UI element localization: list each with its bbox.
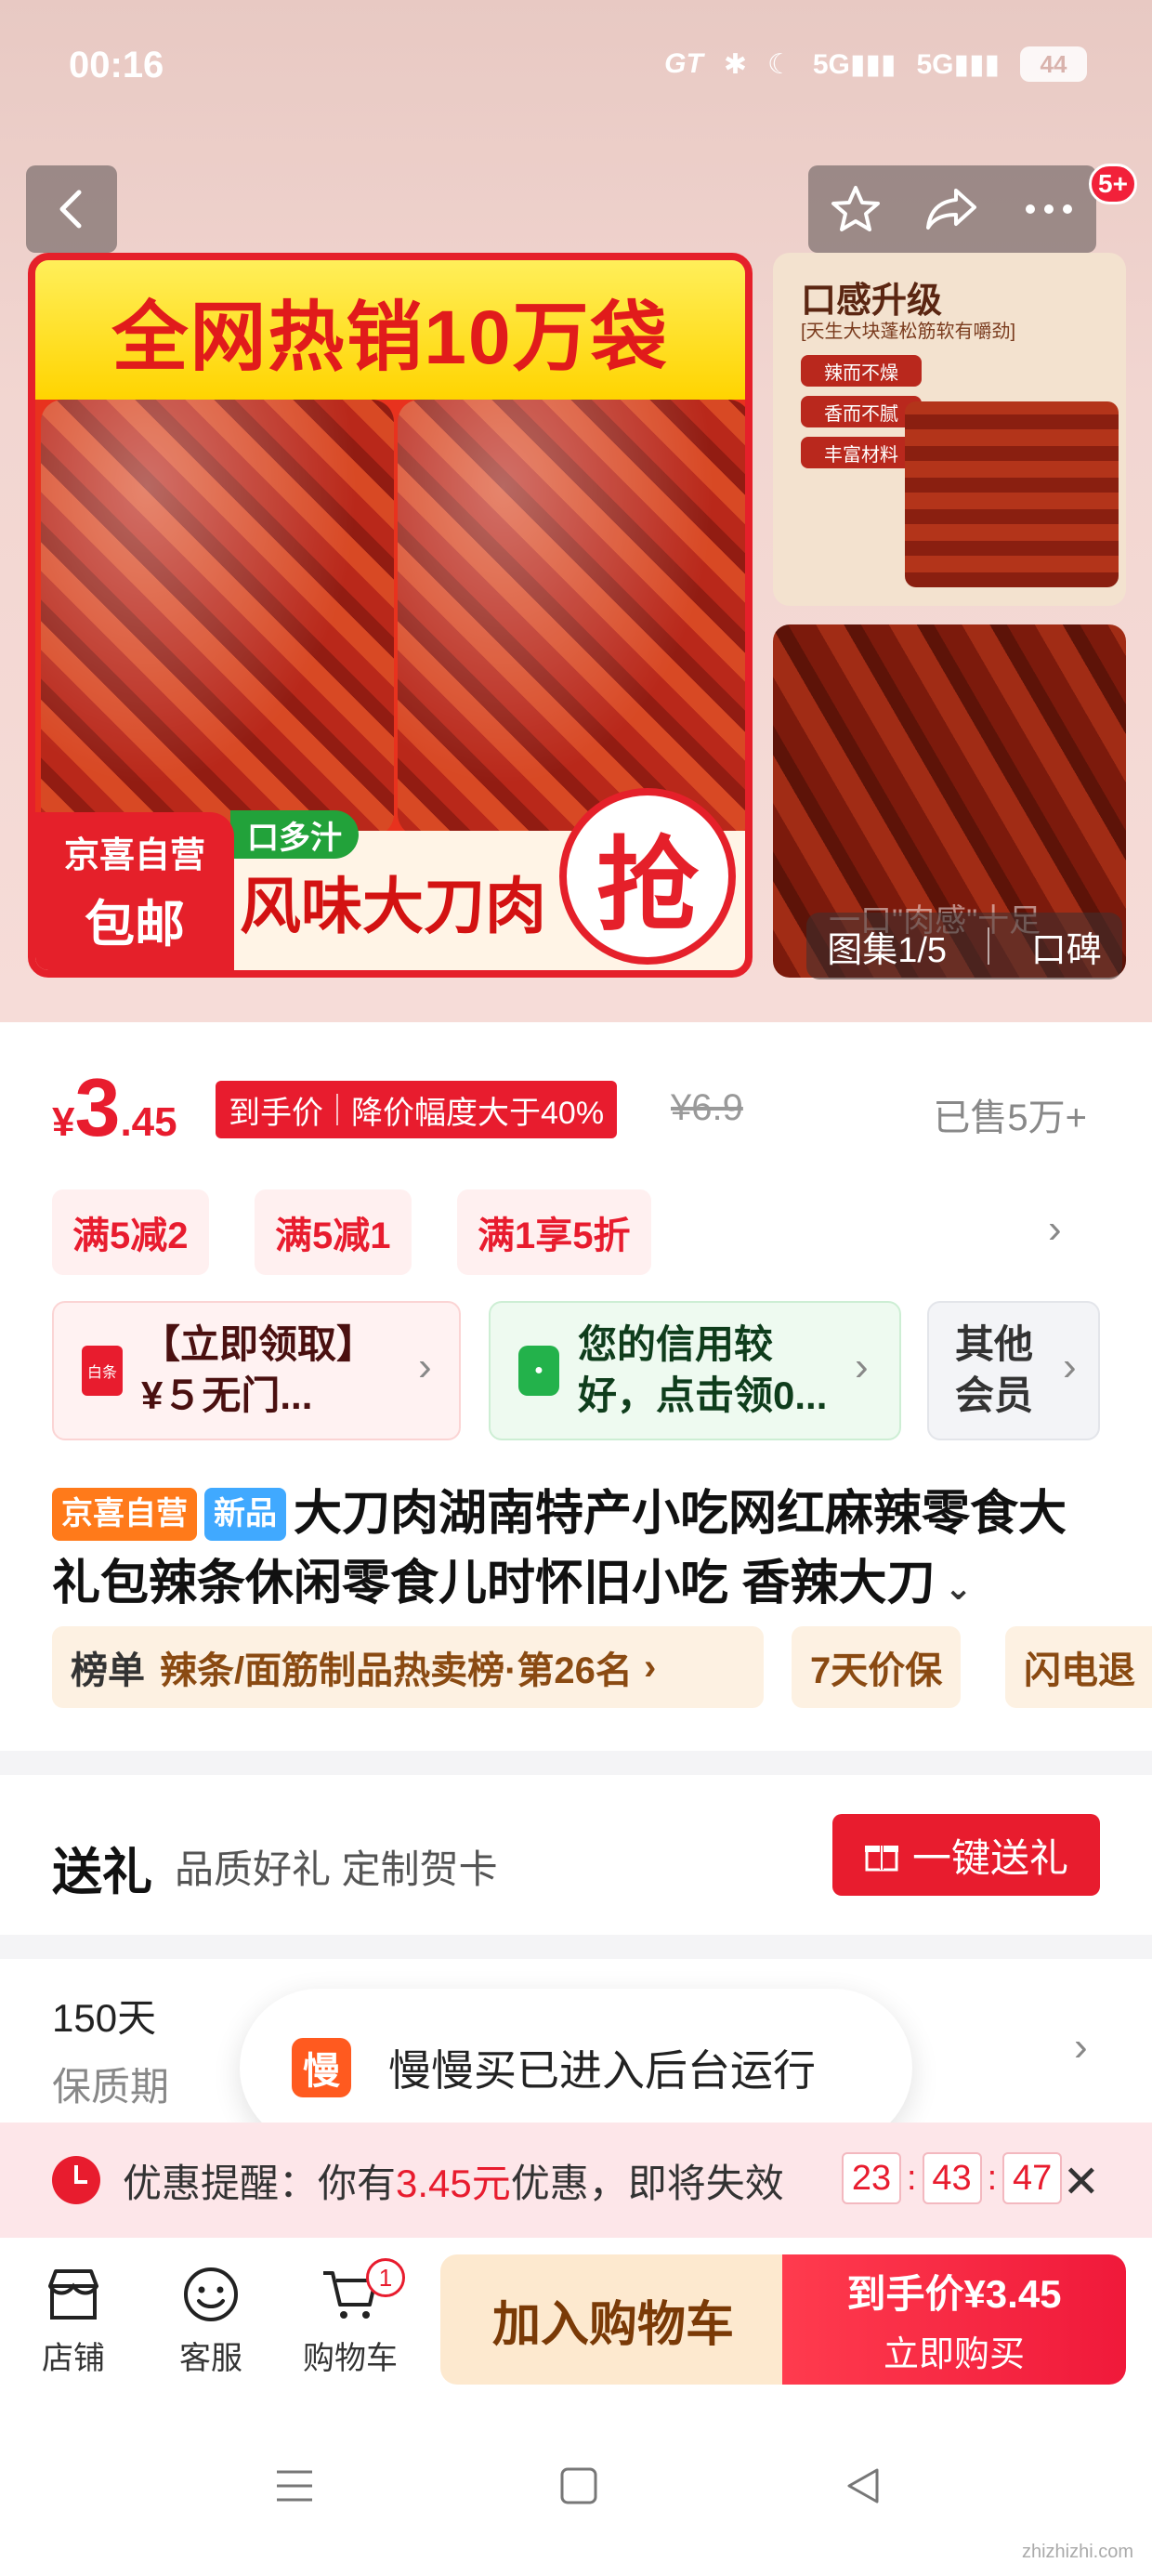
gallery-index: 图集1/5 <box>827 930 948 970</box>
moon-icon: ☾ <box>766 48 792 80</box>
back-button[interactable] <box>26 165 117 253</box>
chevron-right-icon: › <box>643 1646 657 1688</box>
discount-reminder[interactable]: 优惠提醒：你有3.45元优惠，即将失效 23 : 43 : 47 ✕ <box>0 2123 1152 2238</box>
price-tag: 到手价 降价幅度大于40% <box>216 1081 618 1138</box>
thumb-subtitle: [天生大块蓬松筋软有嚼劲] <box>801 322 1016 342</box>
countdown-timer: 23 : 43 : 47 <box>842 2152 1063 2204</box>
gallery-thumb-1[interactable]: 口感升级 [天生大块蓬松筋软有嚼劲] 辣而不燥 香而不腻 丰富材料 <box>773 253 1126 606</box>
image-product-name: 风味大刀肉 <box>240 872 546 940</box>
product-title[interactable]: 京喜自营 新品 大刀肉湖南特产小吃网红麻辣零食大礼包辣条休闲零食儿时怀旧小吃 香辣大… <box>52 1479 1102 1620</box>
more-icon[interactable] <box>1023 200 1075 218</box>
share-icon[interactable] <box>924 183 980 235</box>
status-bar: 00:16 GT ✱ ☾ 5G▮▮▮ 5G▮▮▮ 44 <box>0 0 1152 139</box>
add-to-cart-button[interactable]: 加入购物车 <box>440 2254 786 2385</box>
customer-service-button[interactable]: 客服 <box>160 2266 262 2378</box>
chevron-left-icon <box>59 190 82 229</box>
coupon-card[interactable]: ● 您的信用较好，点击领0... › <box>489 1301 901 1440</box>
cart-count-badge: 1 <box>366 2258 405 2297</box>
star-icon[interactable] <box>830 183 882 235</box>
coupon-card[interactable]: 白条 【立即领取】¥５无门... › <box>52 1301 461 1440</box>
toast-message: 慢慢买已进入后台运行 <box>388 2046 816 2095</box>
main-product-image[interactable]: 全网热销10万袋 口多汁 风味大刀肉 京喜自营 包邮 抢 <box>28 253 753 978</box>
chevron-right-icon: › <box>418 1344 432 1389</box>
chevron-right-icon[interactable]: › <box>1048 1206 1062 1253</box>
new-badge: 新品 <box>204 1488 286 1542</box>
chevron-right-icon: › <box>1063 1344 1077 1389</box>
top-actions <box>808 165 1096 253</box>
rank-chip[interactable]: 榜单 辣条/面筋制品热卖榜·第26名 › <box>52 1626 764 1708</box>
signal-icon-2: 5G▮▮▮ <box>916 48 1000 80</box>
coupon-text: 您的信用较好，点击领0... <box>578 1322 828 1417</box>
close-icon[interactable]: ✕ <box>1063 2156 1100 2208</box>
countdown-seconds: 47 <box>1002 2152 1063 2204</box>
shelf-life-value: 150天 <box>52 1996 157 2040</box>
grab-stamp: 抢 <box>559 788 736 965</box>
sold-count: 已售5万+ <box>933 1097 1087 1138</box>
bluetooth-icon: ✱ <box>723 48 747 80</box>
chevron-down-icon[interactable]: ⌄ <box>935 1569 972 1607</box>
fast-refund-chip[interactable]: 闪电退 <box>1005 1626 1152 1708</box>
divider <box>336 1094 338 1125</box>
shelf-life-label: 保质期 <box>52 2065 170 2109</box>
section-divider <box>0 1751 1152 1775</box>
gallery-counter[interactable]: 图集1/5 口碑 <box>806 913 1122 979</box>
network-label: GT <box>664 48 703 79</box>
image-shipping-tag: 京喜自营 包邮 <box>35 812 234 970</box>
gift-section: 送礼 品质好礼 定制贺卡 一键送礼 <box>0 1775 1152 1935</box>
app-icon: 慢 <box>292 2038 351 2097</box>
thumb-pill: 丰富材料 <box>801 437 922 468</box>
promo-chip[interactable]: 满1享5折 <box>457 1189 651 1275</box>
food-image <box>905 401 1119 587</box>
countdown-minutes: 43 <box>922 2152 982 2204</box>
thumb-pill: 辣而不燥 <box>801 355 922 387</box>
coupon-icon: 白条 <box>82 1346 123 1396</box>
member-text: 其他会员 <box>955 1322 1034 1417</box>
self-operated-badge: 京喜自营 <box>52 1488 197 1542</box>
signal-icon: 5G▮▮▮ <box>812 48 897 80</box>
chevron-right-icon: › <box>855 1344 869 1389</box>
snack-bag-image <box>398 400 745 836</box>
price: ¥ 3 .45 <box>52 1061 177 1153</box>
status-time: 00:16 <box>69 45 164 85</box>
image-green-label: 口多汁 <box>230 810 359 859</box>
section-divider <box>0 1935 1152 1959</box>
gift-subtitle: 品质好礼 定制贺卡 <box>175 1847 498 1891</box>
chevron-right-icon: › <box>1074 2024 1088 2070</box>
product-gallery[interactable]: 00:16 GT ✱ ☾ 5G▮▮▮ 5G▮▮▮ 44 5+ 全网热销10万袋 … <box>0 0 1152 1022</box>
promo-chip[interactable]: 满5减1 <box>255 1189 412 1275</box>
message-badge: 5+ <box>1089 164 1137 204</box>
menu-icon[interactable] <box>273 2464 316 2507</box>
image-banner: 全网热销10万袋 <box>35 260 745 400</box>
reminder-text: 优惠提醒：你有3.45元优惠，即将失效 <box>123 2161 784 2205</box>
system-navigation: zhizhizhi.com <box>0 2405 1152 2576</box>
home-icon[interactable] <box>557 2464 600 2507</box>
thumb-title: 口感升级 <box>801 282 943 321</box>
coupon-text: 【立即领取】¥５无门... <box>141 1322 376 1417</box>
original-price: ¥6.9 <box>671 1087 743 1128</box>
buy-now-button[interactable]: 到手价¥3.45 立即购买 <box>782 2254 1126 2385</box>
price-protect-chip[interactable]: 7天价保 <box>792 1626 962 1708</box>
watermark: zhizhizhi.com <box>1021 2542 1133 2562</box>
thumb-pill: 香而不腻 <box>801 396 922 427</box>
countdown-hours: 23 <box>842 2152 901 2204</box>
store-button[interactable]: 店铺 <box>22 2266 124 2378</box>
clock-icon <box>52 2156 100 2204</box>
store-icon <box>48 2269 98 2320</box>
gift-button[interactable]: 一键送礼 <box>832 1814 1100 1896</box>
member-card[interactable]: 其他会员 › <box>927 1301 1100 1440</box>
status-icons: GT ✱ ☾ 5G▮▮▮ 5G▮▮▮ 44 <box>664 46 1087 82</box>
shopping-bag-icon: ● <box>518 1346 559 1396</box>
promo-chip[interactable]: 满5减2 <box>52 1189 209 1275</box>
snack-bag-image <box>41 400 394 836</box>
back-icon[interactable] <box>842 2464 884 2507</box>
divider <box>988 927 990 965</box>
smile-icon <box>184 2267 238 2321</box>
bottom-action-bar: 店铺 客服 购物车 1 加入购物车 到手价¥3.45 立即购买 <box>0 2238 1152 2405</box>
gift-icon <box>864 1846 898 1872</box>
gift-title: 送礼 <box>52 1845 152 1900</box>
battery-icon: 44 <box>1020 46 1087 82</box>
cart-button[interactable]: 购物车 1 <box>299 2258 405 2378</box>
reviews-tab[interactable]: 口碑 <box>1031 921 1102 972</box>
